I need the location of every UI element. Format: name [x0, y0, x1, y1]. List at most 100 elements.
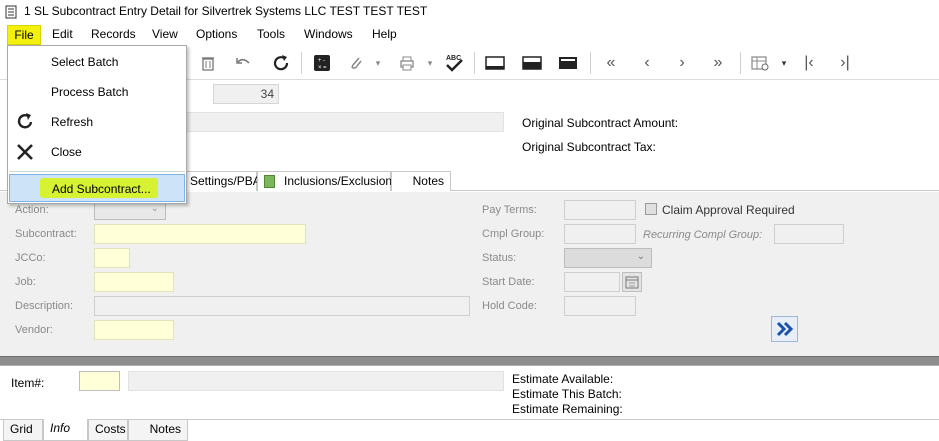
menu-view[interactable]: View: [152, 27, 178, 41]
form-view-icon[interactable]: [484, 52, 506, 74]
estimate-remaining-label: Estimate Remaining:: [512, 402, 623, 416]
tab-settings-pba[interactable]: Settings/PBA: [183, 171, 261, 191]
chevron-down-icon: ⌄: [150, 203, 159, 214]
first-record-icon[interactable]: «: [600, 52, 622, 74]
item-tabs: Grid Info Costs Notes: [0, 419, 939, 441]
menu-item-add-subcontract[interactable]: Add Subcontract...: [9, 174, 185, 202]
svg-text:-: -: [323, 58, 325, 64]
menu-item-select-batch[interactable]: Select Batch: [9, 47, 185, 77]
table-settings-dropdown-icon[interactable]: ▾: [778, 52, 790, 74]
original-amount-label: Original Subcontract Amount:: [522, 116, 679, 130]
menu-windows[interactable]: Windows: [304, 27, 353, 41]
panel-splitter[interactable]: [0, 356, 939, 366]
undo-icon[interactable]: [232, 52, 254, 74]
claim-approval-checkbox[interactable]: [645, 203, 657, 215]
menu-records[interactable]: Records: [91, 27, 136, 41]
pay-terms-field[interactable]: [564, 200, 636, 220]
chevron-down-icon: ⌄: [636, 251, 645, 262]
original-tax-label: Original Subcontract Tax:: [522, 140, 656, 154]
estimate-this-batch-label: Estimate This Batch:: [512, 387, 622, 401]
recurring-compl-group-label: Recurring Compl Group:: [643, 229, 763, 241]
hold-code-field[interactable]: [564, 296, 636, 316]
menu-bar: File Edit Records View Options Tools Win…: [0, 24, 939, 46]
window-title: 1 SL Subcontract Entry Detail for Silver…: [24, 4, 428, 18]
close-icon: [17, 144, 33, 160]
first-item-icon[interactable]: |‹: [798, 52, 820, 74]
table-settings-icon[interactable]: [749, 52, 771, 74]
calculator-icon[interactable]: + - × =: [311, 52, 333, 74]
menu-edit[interactable]: Edit: [52, 27, 73, 41]
menu-separator: [9, 171, 185, 172]
vendor-field[interactable]: [94, 320, 174, 340]
split-view-icon[interactable]: [521, 52, 543, 74]
previous-record-icon[interactable]: ‹: [636, 52, 658, 74]
menu-item-process-batch[interactable]: Process Batch: [9, 77, 185, 107]
double-chevron-right-icon: [776, 321, 793, 337]
file-menu-dropdown: Select Batch Process Batch Refresh Close…: [7, 45, 187, 204]
last-record-icon[interactable]: »: [707, 52, 729, 74]
menu-file[interactable]: File: [7, 25, 41, 45]
menu-item-label: Close: [51, 145, 82, 159]
batch-number-field[interactable]: 34: [213, 84, 279, 104]
status-select[interactable]: ⌄: [564, 248, 652, 268]
item-label: Item#:: [11, 376, 45, 390]
last-item-icon[interactable]: ›|: [834, 52, 856, 74]
menu-options[interactable]: Options: [196, 27, 237, 41]
svg-text:ABC: ABC: [446, 55, 461, 62]
delete-icon[interactable]: [197, 52, 219, 74]
tab-info[interactable]: Info: [43, 419, 88, 441]
tab-notes[interactable]: Notes: [391, 171, 451, 191]
menu-item-label: Process Batch: [51, 85, 129, 99]
svg-text:=: =: [323, 65, 327, 71]
subcontract-field[interactable]: [94, 224, 306, 244]
next-arrow-button[interactable]: [771, 316, 798, 342]
description-field[interactable]: [94, 296, 470, 316]
menu-item-label: Add Subcontract...: [52, 182, 151, 196]
cmpl-group-field[interactable]: [564, 224, 636, 244]
jcco-field[interactable]: [94, 248, 130, 268]
document-green-icon: [264, 175, 275, 188]
subcontract-label: Subcontract:: [15, 228, 77, 240]
pay-terms-label: Pay Terms:: [482, 204, 537, 216]
action-label: Action:: [15, 204, 49, 216]
tab-inclusions-exclusions[interactable]: Inclusions/Exclusions: [257, 171, 398, 191]
cmpl-group-label: Cmpl Group:: [482, 228, 545, 240]
recurring-compl-group-field[interactable]: [774, 224, 844, 244]
status-label: Status:: [482, 252, 517, 264]
item-number-field[interactable]: [79, 371, 120, 391]
jcco-label: JCCo:: [15, 252, 46, 264]
refresh-icon[interactable]: [270, 52, 292, 74]
document-icon: [5, 5, 17, 19]
menu-tools[interactable]: Tools: [257, 27, 285, 41]
refresh-icon: [17, 113, 33, 129]
menu-help[interactable]: Help: [372, 27, 397, 41]
vendor-label: Vendor:: [15, 324, 53, 336]
menu-item-label: Select Batch: [51, 55, 119, 69]
estimate-available-label: Estimate Available:: [512, 372, 614, 386]
menu-item-refresh[interactable]: Refresh: [9, 107, 185, 137]
menu-item-label: Refresh: [51, 115, 94, 129]
grid-view-icon[interactable]: [557, 52, 579, 74]
spellcheck-icon[interactable]: ABC: [443, 52, 465, 74]
job-label: Job:: [15, 276, 36, 288]
print-icon[interactable]: [396, 52, 418, 74]
title-bar: 1 SL Subcontract Entry Detail for Silver…: [0, 0, 939, 24]
start-date-field[interactable]: [564, 272, 620, 292]
print-dropdown-icon[interactable]: ▾: [424, 52, 436, 74]
svg-text:+: +: [318, 58, 322, 64]
tab-inclusions-label: Inclusions/Exclusions: [284, 174, 399, 188]
start-date-label: Start Date:: [482, 276, 535, 288]
calendar-icon[interactable]: [622, 272, 642, 292]
attachment-dropdown-icon[interactable]: ▾: [372, 52, 384, 74]
hold-code-label: Hold Code:: [482, 300, 538, 312]
menu-item-close[interactable]: Close: [9, 137, 185, 167]
item-description-field[interactable]: [128, 371, 504, 391]
next-record-icon[interactable]: ›: [671, 52, 693, 74]
tab-grid[interactable]: Grid: [3, 420, 43, 441]
svg-text:×: ×: [318, 65, 322, 71]
job-field[interactable]: [94, 272, 174, 292]
header-field[interactable]: [186, 112, 504, 132]
tab-item-notes[interactable]: Notes: [128, 420, 188, 441]
attachment-icon[interactable]: [345, 52, 367, 74]
tab-costs[interactable]: Costs: [88, 420, 128, 441]
